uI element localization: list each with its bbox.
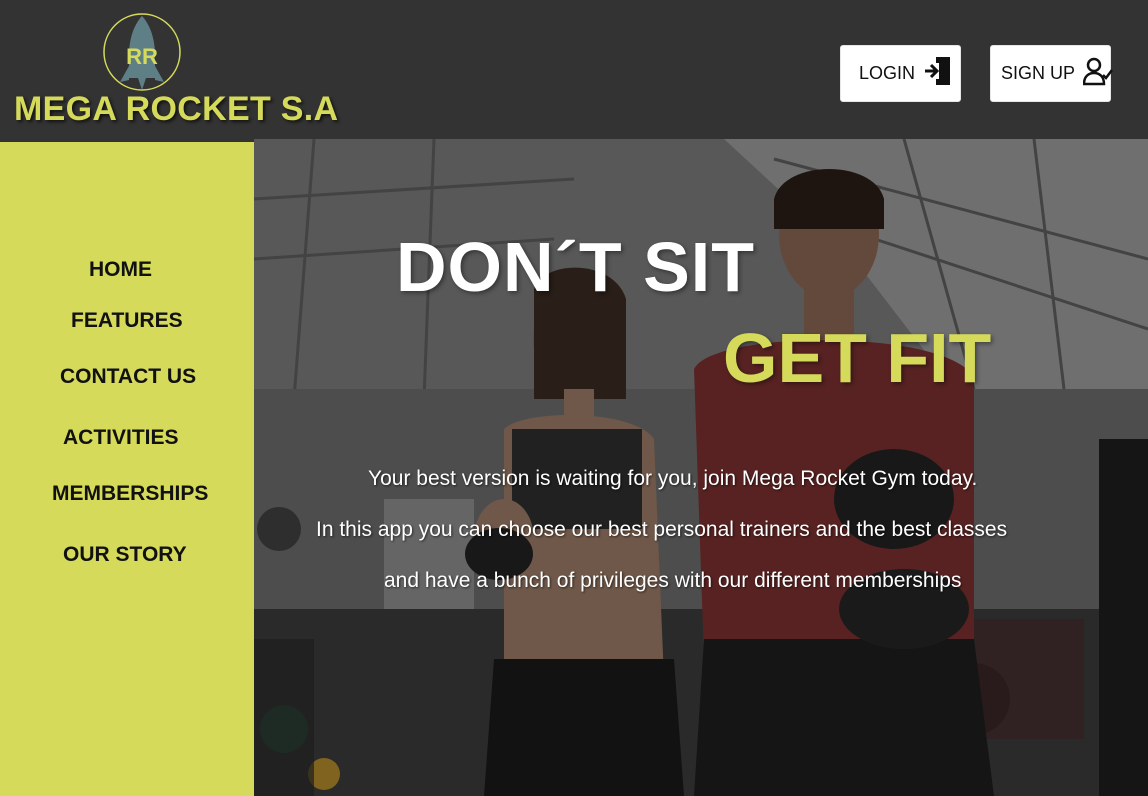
sidebar-item-our-story[interactable]: OUR STORY: [63, 543, 187, 567]
hero-text-line-3: and have a bunch of privileges with our …: [384, 569, 962, 592]
hero-text-line-1: Your best version is waiting for you, jo…: [368, 467, 978, 490]
signup-label: SIGN UP: [1001, 63, 1076, 83]
brand-name: MEGA ROCKET S.A: [14, 90, 339, 128]
signup-user-check-icon: [1075, 56, 1114, 91]
hero-text-line-2: In this app you can choose our best pers…: [316, 518, 1008, 541]
sidebar-item-activities[interactable]: ACTIVITIES: [63, 426, 179, 450]
sidebar-item-memberships[interactable]: MEMBERSHIPS: [52, 482, 208, 506]
signup-button[interactable]: SIGN UP: [990, 45, 1114, 102]
sidebar-item-contact-us[interactable]: CONTACT US: [60, 365, 196, 389]
headline-get-fit: GET FIT: [723, 319, 992, 397]
login-label: LOGIN: [859, 63, 916, 83]
sidebar-item-features[interactable]: FEATURES: [71, 309, 183, 333]
sidebar-item-home[interactable]: HOME: [89, 258, 152, 282]
hero-section: DON´T SIT GET FIT Your best version is w…: [254, 139, 1148, 796]
headline-dont-sit: DON´T SIT: [396, 228, 755, 306]
svg-text:RR: RR: [126, 44, 158, 69]
rocket-logo-icon[interactable]: RR: [100, 12, 184, 92]
login-door-icon: [915, 55, 953, 92]
sidebar-nav: HOME FEATURES CONTACT US ACTIVITIES MEMB…: [0, 142, 254, 796]
top-header: RR MEGA ROCKET S.A LOGIN SIGN UP: [0, 0, 1148, 139]
login-button[interactable]: LOGIN: [840, 45, 961, 102]
